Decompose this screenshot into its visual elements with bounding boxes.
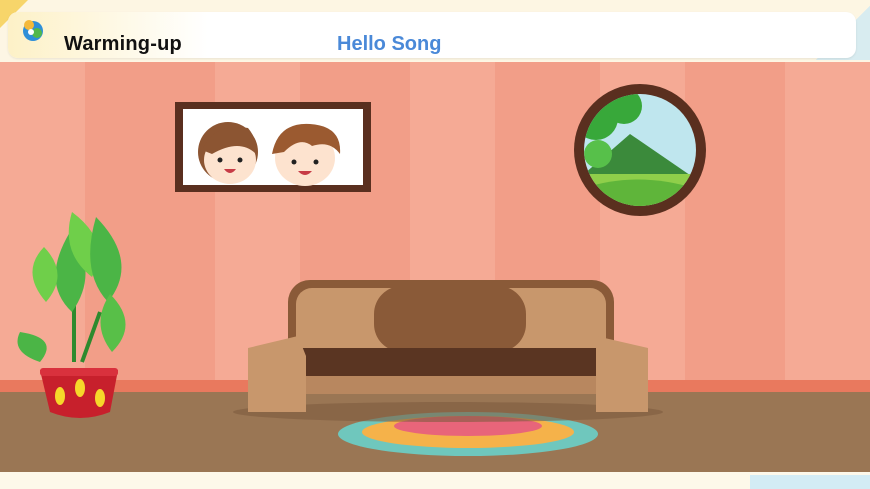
picture-frame bbox=[175, 102, 371, 192]
section-label: Warming-up bbox=[64, 33, 182, 55]
logo-icon bbox=[23, 20, 43, 41]
lesson-title: Hello Song bbox=[337, 33, 442, 55]
bottom-decoration bbox=[750, 475, 870, 489]
living-room-scene bbox=[0, 62, 870, 472]
round-window bbox=[574, 84, 706, 216]
